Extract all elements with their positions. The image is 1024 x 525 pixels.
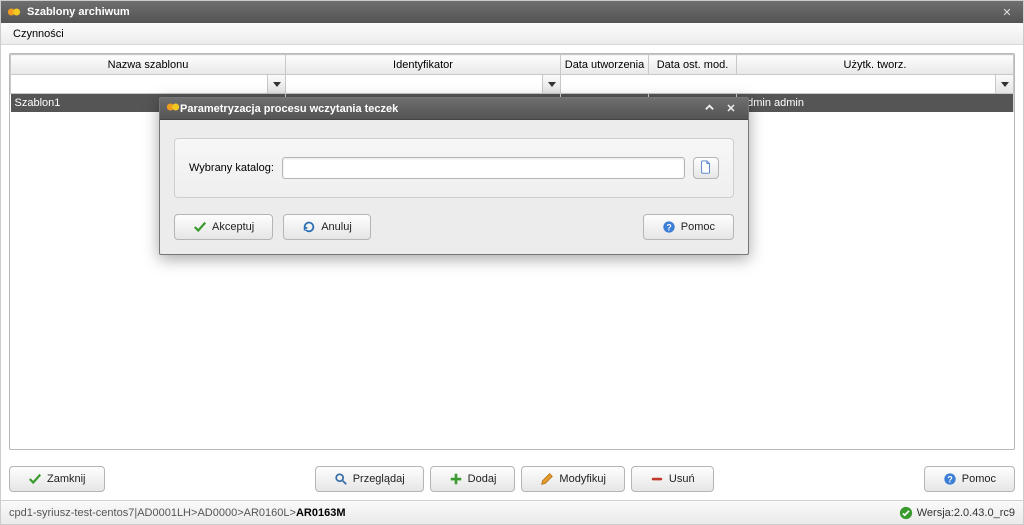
modal-close-icon[interactable]: ✕ xyxy=(720,102,742,115)
chevron-down-icon xyxy=(548,82,556,87)
col-ident[interactable]: Identyfikator xyxy=(286,55,561,75)
modify-button[interactable]: Modyfikuj xyxy=(521,466,624,492)
status-host: cpd1-syriusz-test-centos7 xyxy=(9,507,134,519)
help-label: Pomoc xyxy=(962,473,996,485)
add-button[interactable]: Dodaj xyxy=(430,466,516,492)
close-label: Zamknij xyxy=(47,473,86,485)
modal-dialog: Parametryzacja procesu wczytania teczek … xyxy=(159,97,749,255)
accept-button[interactable]: Akceptuj xyxy=(174,214,273,240)
modal-buttons: Akceptuj Anuluj ? Pomoc xyxy=(160,204,748,254)
field-row: Wybrany katalog: xyxy=(189,157,719,179)
document-icon xyxy=(699,160,713,177)
col-modified[interactable]: Data ost. mod. xyxy=(649,55,737,75)
browse-button[interactable]: Przeglądaj xyxy=(315,466,424,492)
cell-user: admin admin xyxy=(737,94,1014,112)
catalog-input-wrap xyxy=(282,157,685,179)
modal-body: Wybrany katalog: xyxy=(160,120,748,204)
help-button[interactable]: ? Pomoc xyxy=(924,466,1015,492)
help-icon: ? xyxy=(943,472,957,486)
main-window: Szablony archiwum ✕ Czynności Nazwa szab… xyxy=(0,0,1024,525)
svg-text:?: ? xyxy=(666,223,671,233)
close-icon[interactable]: ✕ xyxy=(997,6,1017,19)
modify-label: Modyfikuj xyxy=(559,473,605,485)
bottom-toolbar: Zamknij Przeglądaj Dodaj Modyfikuj Usuń … xyxy=(1,458,1023,500)
add-label: Dodaj xyxy=(468,473,497,485)
help-icon: ? xyxy=(662,220,676,234)
menu-bar: Czynności xyxy=(1,23,1023,45)
cancel-button[interactable]: Anuluj xyxy=(283,214,371,240)
svg-text:?: ? xyxy=(947,475,952,485)
breadcrumb-2: AD0000 xyxy=(197,507,237,519)
close-button[interactable]: Zamknij xyxy=(9,466,105,492)
filter-ident[interactable] xyxy=(286,75,542,93)
filter-name-dropdown[interactable] xyxy=(267,75,285,93)
check-icon xyxy=(193,220,207,234)
modal-help-button[interactable]: ? Pomoc xyxy=(643,214,734,240)
breadcrumb-1: AD0001LH xyxy=(137,507,191,519)
status-bar: cpd1-syriusz-test-centos7 | AD0001LH> AD… xyxy=(1,500,1023,524)
browse-label: Przeglądaj xyxy=(353,473,405,485)
col-created[interactable]: Data utworzenia xyxy=(561,55,649,75)
delete-label: Usuń xyxy=(669,473,695,485)
accept-label: Akceptuj xyxy=(212,221,254,233)
cancel-label: Anuluj xyxy=(321,221,352,233)
minus-icon xyxy=(650,472,664,486)
title-bar: Szablony archiwum ✕ xyxy=(1,1,1023,23)
col-user[interactable]: Użytk. tworz. xyxy=(737,55,1014,75)
version-label: Wersja: xyxy=(917,507,954,519)
catalog-label: Wybrany katalog: xyxy=(189,162,274,174)
check-icon xyxy=(28,472,42,486)
filter-user[interactable] xyxy=(737,75,995,93)
modal-help-label: Pomoc xyxy=(681,221,715,233)
filter-name[interactable] xyxy=(11,75,267,93)
content-area: Nazwa szablonu Identyfikator Data utworz… xyxy=(1,45,1023,458)
window-title: Szablony archiwum xyxy=(27,6,997,18)
pencil-icon xyxy=(540,472,554,486)
magnifier-icon xyxy=(334,472,348,486)
chevron-down-icon xyxy=(1001,82,1009,87)
modal-title: Parametryzacja procesu wczytania teczek xyxy=(180,103,698,115)
delete-button[interactable]: Usuń xyxy=(631,466,714,492)
version-value: 2.0.43.0_rc9 xyxy=(954,507,1015,519)
col-name[interactable]: Nazwa szablonu xyxy=(11,55,286,75)
plus-icon xyxy=(449,472,463,486)
catalog-input[interactable] xyxy=(283,162,684,174)
modal-panel: Wybrany katalog: xyxy=(174,138,734,198)
breadcrumb-3: AR0160L xyxy=(244,507,290,519)
menu-czynnosci[interactable]: Czynności xyxy=(7,26,70,42)
modal-title-bar: Parametryzacja procesu wczytania teczek … xyxy=(160,98,748,120)
browse-folder-button[interactable] xyxy=(693,157,719,179)
modal-icon xyxy=(166,100,180,117)
refresh-icon xyxy=(302,220,316,234)
modal-minimize-icon[interactable] xyxy=(698,102,720,116)
breadcrumb-4: AR0163M xyxy=(296,507,346,519)
status-ok-icon xyxy=(899,506,913,520)
chevron-down-icon xyxy=(273,82,281,87)
filter-user-dropdown[interactable] xyxy=(995,75,1013,93)
app-icon xyxy=(7,5,21,19)
filter-ident-dropdown[interactable] xyxy=(542,75,560,93)
